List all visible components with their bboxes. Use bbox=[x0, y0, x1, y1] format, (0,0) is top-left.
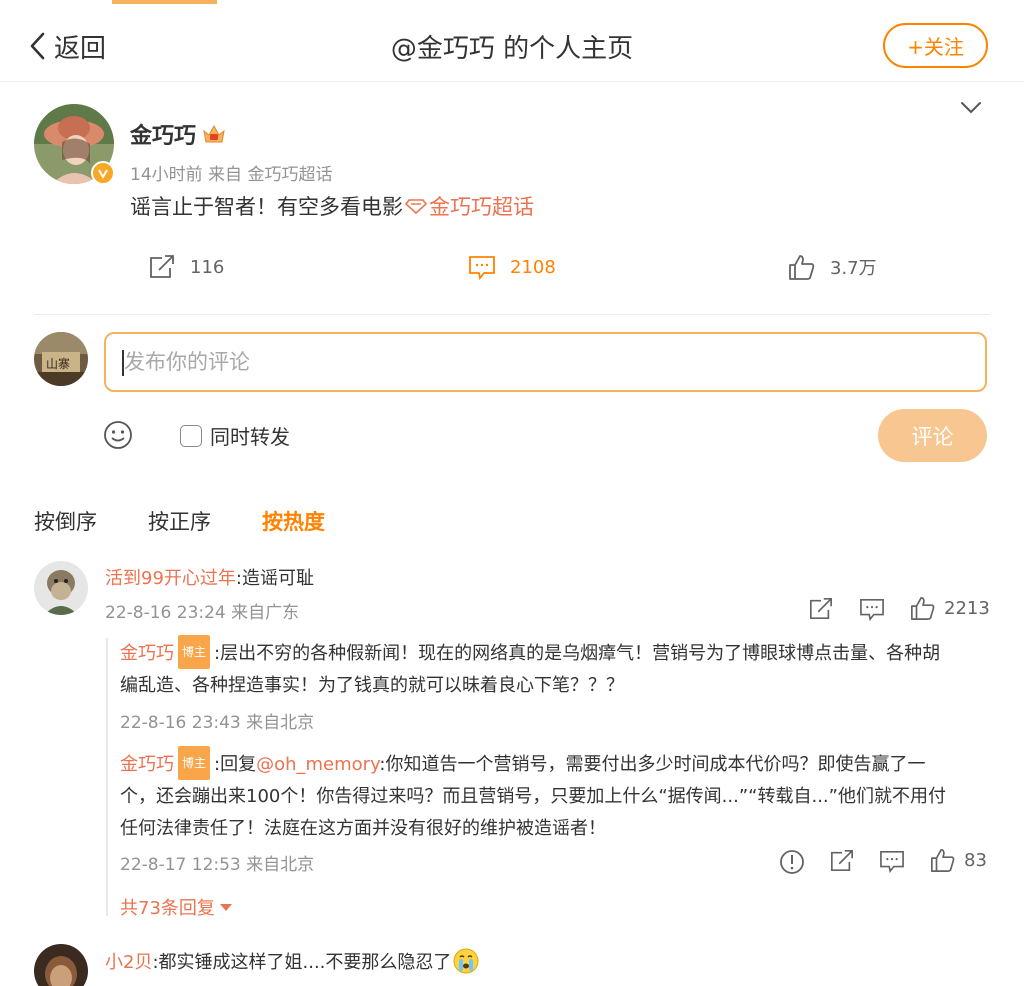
page-title: @金巧巧 的个人主页 bbox=[390, 34, 634, 64]
comment-like-button[interactable]: 2213 bbox=[910, 595, 990, 621]
checkbox[interactable] bbox=[180, 424, 202, 447]
tab-by-popularity[interactable]: 按热度 bbox=[262, 506, 325, 536]
text-caret bbox=[122, 350, 124, 376]
reply-text-line1: :你知道告一个营销号，需要付出多少时间成本代价吗？即使告赢了一 bbox=[379, 754, 926, 775]
post-body: 谣言止于智者！有空多看电影 金巧巧超话 bbox=[130, 191, 534, 221]
commenter-avatar[interactable] bbox=[34, 944, 88, 986]
follow-button[interactable]: +关注 bbox=[883, 23, 988, 68]
commenter-avatar[interactable] bbox=[34, 561, 88, 615]
comment-icon bbox=[860, 598, 884, 621]
comment-input[interactable] bbox=[104, 332, 987, 392]
reply-username[interactable]: 金巧巧 bbox=[120, 643, 174, 664]
comment-username[interactable]: 活到99开心过年 bbox=[105, 568, 236, 589]
comment-line: 活到99开心过年:造谣可耻 bbox=[105, 564, 314, 590]
tab-normal-order[interactable]: 按正序 bbox=[148, 506, 211, 536]
thumbs-up-icon bbox=[911, 596, 935, 620]
reply-like-count: 83 bbox=[964, 849, 987, 871]
repost-icon bbox=[810, 598, 832, 620]
comment-text: :造谣可耻 bbox=[235, 568, 314, 589]
like-count: 3.7万 bbox=[830, 258, 877, 279]
comment-text: :都实锤成这样了姐....不要那么隐忍了 bbox=[152, 952, 452, 973]
topic-link[interactable]: 金巧巧超话 bbox=[429, 191, 534, 221]
divider bbox=[34, 314, 990, 315]
smiley-icon bbox=[104, 421, 132, 449]
more-replies-link[interactable]: 共73条回复 bbox=[120, 894, 233, 920]
reply-text-line2: 编乱造、各种捏造事实！为了钱真的就可以昧着良心下笔？？？ bbox=[120, 675, 624, 696]
reply-prefix: :回复 bbox=[214, 754, 257, 775]
comment-count: 2108 bbox=[510, 256, 556, 278]
svg-text:山寨: 山寨 bbox=[46, 356, 70, 371]
more-replies-label: 共73条回复 bbox=[120, 898, 215, 919]
reply-line: 金巧巧 博主:层出不穷的各种假新闻！现在的网络真的是乌烟瘴气！营销号为了博眼球博点… bbox=[120, 635, 940, 670]
my-avatar: 山寨 bbox=[34, 332, 88, 386]
post-text: 谣言止于智者！有空多看电影 bbox=[130, 195, 403, 219]
tab-reverse-order[interactable]: 按倒序 bbox=[34, 506, 97, 536]
submit-comment-button[interactable]: 评论 bbox=[878, 409, 987, 462]
reply-repost-button[interactable] bbox=[829, 849, 855, 873]
like-button[interactable]: 3.7万 bbox=[788, 252, 877, 282]
crown-badge-icon bbox=[203, 124, 225, 143]
reply-time: 22-8-16 23:43 来自北京 bbox=[120, 713, 315, 733]
comment-username[interactable]: 小2贝 bbox=[105, 948, 152, 974]
reply-line: 金巧巧 博主:回复@oh_memory:你知道告一个营销号，需要付出多少时间成本代… bbox=[120, 746, 946, 781]
caret-down-icon bbox=[219, 904, 232, 911]
comment-icon bbox=[469, 256, 495, 280]
comment-line: 小2贝:都实锤成这样了姐....不要那么隐忍了 bbox=[105, 948, 479, 974]
comment-repost-button[interactable] bbox=[808, 597, 834, 621]
reply-1: 金巧巧 博主:层出不穷的各种假新闻！现在的网络真的是乌烟瘴气！营销号为了博眼球博点… bbox=[120, 635, 940, 702]
reply-text-line2: 个，还会蹦出来100个！你告得过来吗？而且营销号，只要加上什么“据传闻...”“… bbox=[120, 786, 946, 807]
reply-username[interactable]: 金巧巧 bbox=[120, 754, 174, 775]
crying-emoji-icon bbox=[453, 948, 479, 974]
comment-icon bbox=[880, 850, 904, 873]
alert-icon bbox=[780, 850, 804, 874]
comment-reply-button[interactable] bbox=[859, 597, 885, 621]
author-badge: 博主 bbox=[178, 746, 211, 780]
reply-like-button[interactable]: 83 bbox=[930, 847, 987, 873]
emoji-button[interactable] bbox=[103, 420, 133, 454]
author-name[interactable]: 金巧巧 bbox=[130, 118, 196, 150]
comment-like-count: 2213 bbox=[944, 597, 990, 619]
post-meta: 14小时前 来自 金巧巧超话 bbox=[130, 165, 333, 185]
post-menu-chevron-icon[interactable] bbox=[960, 100, 982, 119]
comment-button[interactable]: 2108 bbox=[468, 252, 556, 282]
scroll-indicator bbox=[112, 0, 217, 4]
reply-time: 22-8-17 12:53 来自北京 bbox=[120, 855, 315, 875]
thumbs-up-icon bbox=[931, 848, 955, 872]
reply-comment-button[interactable] bbox=[879, 849, 905, 873]
reply-text-line1: :层出不穷的各种假新闻！现在的网络真的是乌烟瘴气！营销号为了博眼球博点击量、各种… bbox=[214, 643, 941, 664]
also-repost-label: 同时转发 bbox=[210, 425, 290, 449]
repost-icon bbox=[831, 850, 853, 872]
report-button[interactable] bbox=[779, 849, 805, 875]
reply-thread-line bbox=[106, 638, 108, 916]
repost-button[interactable]: 116 bbox=[148, 252, 224, 282]
reply-2: 金巧巧 博主:回复@oh_memory:你知道告一个营销号，需要付出多少时间成本代… bbox=[120, 746, 946, 845]
verified-icon bbox=[91, 161, 115, 185]
comment-time: 22-8-16 23:24 来自广东 bbox=[105, 603, 300, 623]
thumbs-up-icon bbox=[789, 255, 815, 280]
author-name-row: 金巧巧 bbox=[130, 118, 226, 150]
reply-text-line3: 任何法律责任了！法庭在这方面并没有很好的维护被造谣者！ bbox=[120, 818, 606, 839]
author-badge: 博主 bbox=[178, 635, 211, 669]
super-topic-icon bbox=[405, 199, 427, 214]
also-repost-checkbox[interactable]: 同时转发 bbox=[180, 421, 290, 450]
repost-icon bbox=[150, 255, 174, 278]
mention-link[interactable]: @oh_memory bbox=[256, 754, 379, 775]
repost-count: 116 bbox=[190, 256, 225, 278]
